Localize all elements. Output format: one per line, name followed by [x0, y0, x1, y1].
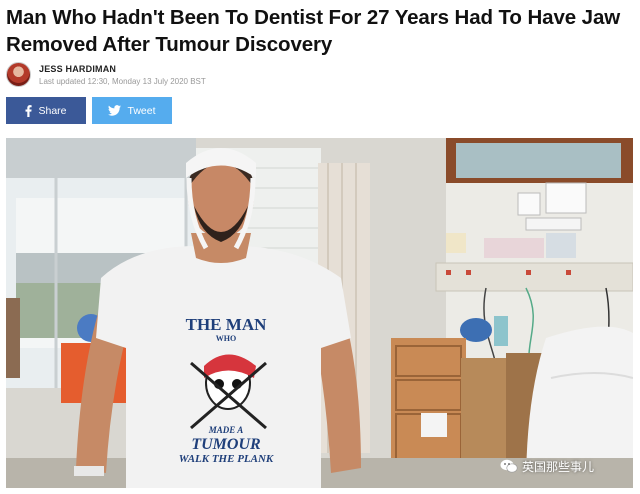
byline: JESS HARDIMAN Last updated 12:30, Monday… [6, 62, 406, 90]
facebook-share-button[interactable]: Share [6, 97, 86, 124]
share-buttons: Share Tweet [6, 97, 176, 124]
last-updated: Last updated 12:30, Monday 13 July 2020 … [39, 77, 206, 86]
shirt-text-lower: MADE A TUMOUR WALK THE PLANK [156, 425, 296, 466]
facebook-icon [25, 104, 33, 117]
shirt-line-1: THE MAN [185, 315, 267, 334]
shirt-line-2: WHO [215, 334, 237, 343]
author-name[interactable]: JESS HARDIMAN [39, 64, 116, 74]
watermark-text: 英国那些事儿 [522, 459, 595, 474]
twitter-tweet-label: Tweet [127, 104, 156, 117]
wechat-watermark: 英国那些事儿 [500, 455, 594, 477]
facebook-share-label: Share [38, 104, 67, 117]
article-headline: Man Who Hadn't Been To Dentist For 27 Ye… [6, 6, 621, 56]
author-avatar[interactable] [6, 62, 31, 87]
wechat-icon [500, 459, 518, 473]
hospital-photo-illustration [6, 138, 633, 488]
twitter-tweet-button[interactable]: Tweet [92, 97, 172, 124]
shirt-line-3: MADE A [208, 425, 244, 435]
shirt-line-4: TUMOUR [191, 436, 261, 453]
shirt-text: THE MAN WHO [156, 316, 296, 344]
twitter-bird-icon [108, 105, 122, 116]
shirt-line-5: WALK THE PLANK [178, 453, 274, 465]
article-photo: THE MAN WHO MADE A TUMOUR WALK THE PLANK [6, 138, 633, 488]
